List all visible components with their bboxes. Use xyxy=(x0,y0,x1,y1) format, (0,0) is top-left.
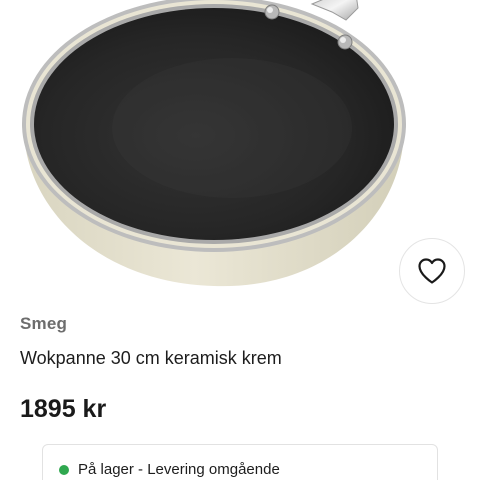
stock-status-text: På lager - Levering omgående xyxy=(78,461,280,478)
product-page: Smeg Wokpanne 30 cm keramisk krem 1895 k… xyxy=(0,0,480,480)
stock-status-card: På lager - Levering omgående xyxy=(42,444,438,480)
product-price: 1895 kr xyxy=(20,395,107,423)
in-stock-indicator-icon xyxy=(59,465,69,475)
heart-outline-icon xyxy=(418,258,446,284)
favorite-button[interactable] xyxy=(399,238,465,304)
product-brand[interactable]: Smeg xyxy=(20,314,67,334)
product-name: Wokpanne 30 cm keramisk krem xyxy=(20,348,282,368)
